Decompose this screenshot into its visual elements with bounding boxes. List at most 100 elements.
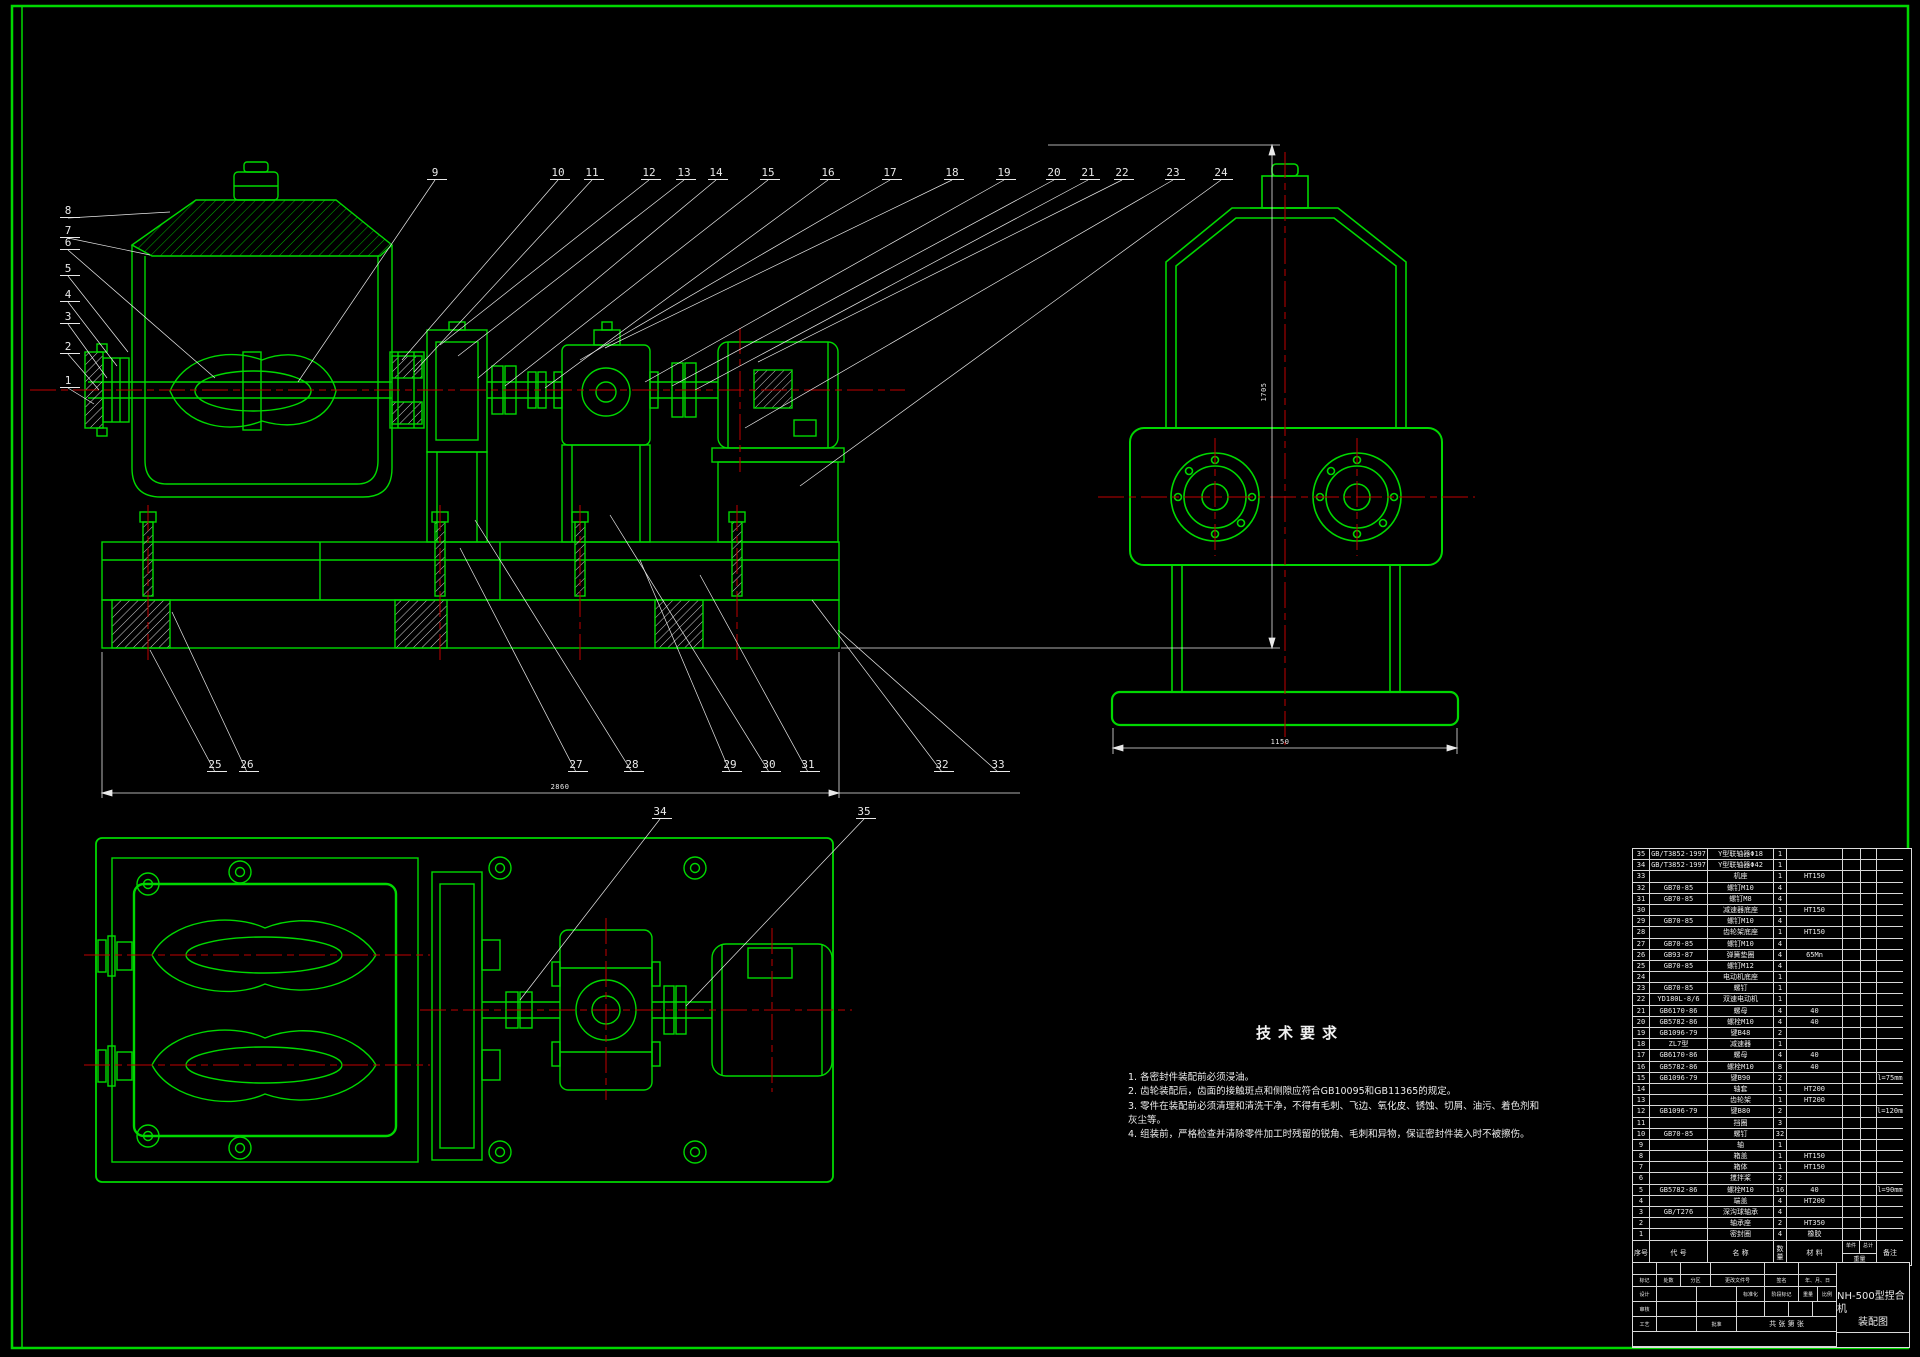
bom-row: 10GB70-85螺钉32 [1633, 1129, 1911, 1140]
bom-cell-seq: 29 [1633, 916, 1650, 927]
bom-cell-seq: 27 [1633, 939, 1650, 950]
bom-cell-w2 [1861, 883, 1877, 894]
bom-cell-w2 [1861, 939, 1877, 950]
bom-cell-w1 [1843, 1229, 1861, 1240]
part-callout-9: 9 [432, 166, 439, 179]
bom-cell-w1 [1843, 1140, 1861, 1151]
bom-cell-code: GB5782-86 [1650, 1017, 1708, 1028]
bom-cell-seq: 7 [1633, 1162, 1650, 1173]
bom-cell-seq: 17 [1633, 1050, 1650, 1061]
bom-cell-material [1787, 972, 1843, 983]
bom-cell-w2 [1861, 1118, 1877, 1129]
plan-shaft-flanges [98, 936, 132, 1086]
bom-cell-note [1877, 1162, 1903, 1173]
bom-cell-qty: 4 [1774, 1006, 1787, 1017]
bom-cell-name: 螺栓M10 [1708, 1185, 1774, 1196]
bom-cell-w1 [1843, 994, 1861, 1005]
drawing-title: NH-500型捏合机 装配图 [1837, 1287, 1909, 1333]
bom-cell-name: 键B80 [1708, 1106, 1774, 1117]
part-callout-21: 21 [1081, 166, 1094, 179]
bom-cell-seq: 5 [1633, 1185, 1650, 1196]
bom-cell-qty: 4 [1774, 916, 1787, 927]
bom-row: 19GB1096-79键B482 [1633, 1028, 1911, 1039]
bom-cell-material [1787, 916, 1843, 927]
callout-leader [475, 520, 632, 772]
bom-cell-seq: 13 [1633, 1095, 1650, 1106]
part-callout-17: 17 [883, 166, 896, 179]
bom-cell-code [1650, 871, 1708, 882]
bom-cell-w1 [1843, 972, 1861, 983]
bom-cell-w2 [1861, 961, 1877, 972]
bom-row: 5GB5782-86螺栓M101640l=90mm [1633, 1185, 1911, 1196]
bom-cell-material: HT150 [1787, 871, 1843, 882]
callout-leader [812, 600, 942, 772]
bom-cell-w1 [1843, 1118, 1861, 1129]
bom-cell-w2 [1861, 1095, 1877, 1106]
bom-cell-name: 螺钉M10 [1708, 916, 1774, 927]
bom-cell-seq: 23 [1633, 983, 1650, 994]
part-callout-2: 2 [65, 340, 72, 353]
bom-cell-w1 [1843, 1006, 1861, 1017]
bom-cell-w2 [1861, 1129, 1877, 1140]
bom-cell-note [1877, 1129, 1903, 1140]
bom-cell-name: 轴 [1708, 1140, 1774, 1151]
bom-cell-qty: 1 [1774, 1084, 1787, 1095]
part-callout-4: 4 [65, 288, 72, 301]
dim-overall-height: 1705 [1260, 383, 1268, 402]
bom-cell-seq: 25 [1633, 961, 1650, 972]
bom-header-code: 代 号 [1650, 1241, 1708, 1265]
bom-cell-name: 齿轮架 [1708, 1095, 1774, 1106]
bom-cell-w2 [1861, 905, 1877, 916]
bom-cell-material: 65Mn [1787, 950, 1843, 961]
bom-cell-code [1650, 1173, 1708, 1184]
bom-cell-code [1650, 972, 1708, 983]
bom-cell-w1 [1843, 916, 1861, 927]
part-callout-32: 32 [935, 758, 948, 771]
bom-cell-w2 [1861, 1162, 1877, 1173]
bom-cell-w1 [1843, 1017, 1861, 1028]
bom-cell-name: 箱体 [1708, 1162, 1774, 1173]
part-callout-27: 27 [569, 758, 582, 771]
bom-cell-qty: 2 [1774, 1028, 1787, 1039]
bom-cell-name: 螺栓M10 [1708, 1017, 1774, 1028]
bom-cell-note [1877, 972, 1903, 983]
bom-cell-code [1650, 927, 1708, 938]
part-callout-5: 5 [65, 262, 72, 275]
bom-row: 26GB93-87弹簧垫圈465Mn [1633, 950, 1911, 961]
bom-cell-note [1877, 1084, 1903, 1095]
bom-cell-qty: 1 [1774, 871, 1787, 882]
bom-cell-qty: 2 [1774, 1173, 1787, 1184]
bom-cell-note [1877, 1173, 1903, 1184]
bom-row: 25GB70-85螺钉M124 [1633, 961, 1911, 972]
callout-leader [605, 180, 952, 348]
callout-leader [150, 650, 215, 772]
callout-leader [745, 180, 1173, 428]
bom-cell-material: 橡胶 [1787, 1229, 1843, 1240]
bom-cell-material: HT150 [1787, 1151, 1843, 1162]
bom-cell-w1 [1843, 1196, 1861, 1207]
bom-cell-code [1650, 1095, 1708, 1106]
bom-cell-name: 密封圈 [1708, 1229, 1774, 1240]
callout-leader [520, 819, 660, 1000]
part-callout-14: 14 [709, 166, 723, 179]
bom-cell-name: 端盖 [1708, 1196, 1774, 1207]
technical-requirement-item: 4. 组装前，严格检查并清除零件加工时残留的锐角、毛刺和异物，保证密封件装入时不… [1128, 1128, 1548, 1142]
bom-row: 11挡圈3 [1633, 1118, 1911, 1129]
callout-leader [695, 180, 1088, 390]
bom-cell-code: GB93-87 [1650, 950, 1708, 961]
part-callout-20: 20 [1047, 166, 1060, 179]
callout-leader [672, 180, 1054, 386]
bom-cell-qty: 4 [1774, 1207, 1787, 1218]
dim-end-width: 1150 [1271, 738, 1290, 746]
bom-row: 21GB6170-86螺母440 [1633, 1006, 1911, 1017]
bom-cell-qty: 1 [1774, 1140, 1787, 1151]
bom-cell-seq: 18 [1633, 1039, 1650, 1050]
bom-cell-material: HT350 [1787, 1218, 1843, 1229]
bom-header-weight-total: 总计 [1860, 1241, 1876, 1253]
bom-cell-note [1877, 1140, 1903, 1151]
bom-cell-w2 [1861, 1006, 1877, 1017]
callout-leader [645, 180, 1004, 382]
bom-row: 23GB70-85螺钉1 [1633, 983, 1911, 994]
reducer [554, 322, 658, 542]
part-callout-18: 18 [945, 166, 958, 179]
